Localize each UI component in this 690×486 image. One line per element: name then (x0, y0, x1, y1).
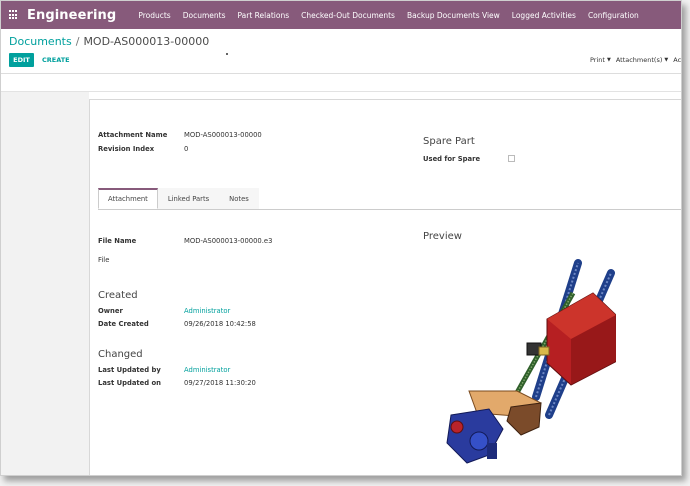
control-panel: Documents / MOD-AS000013-00000 EDIT CREATE… (1, 29, 681, 74)
caret-down-icon: ▼ (606, 57, 611, 63)
form-background-left (1, 92, 89, 475)
top-navbar: Engineering Products Documents Part Rela… (1, 1, 681, 29)
last-updated-on-value: 09/27/2018 11:30:20 (184, 379, 256, 387)
last-updated-by-label: Last Updated by (98, 366, 161, 374)
last-updated-by-link[interactable]: Administrator (184, 366, 230, 374)
menu-item-products[interactable]: Products (138, 11, 170, 20)
file-label: File (98, 256, 110, 264)
print-dropdown[interactable]: Print (590, 56, 605, 64)
caret-down-icon: ▼ (664, 57, 669, 63)
file-name-label: File Name (98, 237, 137, 245)
owner-link[interactable]: Administrator (184, 307, 230, 315)
revision-index-value: 0 (184, 145, 189, 153)
used-for-spare-checkbox[interactable] (508, 155, 515, 162)
notebook-tabs: Attachment Linked Parts Notes (98, 188, 259, 209)
stray-dot (226, 53, 228, 55)
owner-label: Owner (98, 307, 123, 315)
preview-image (446, 259, 616, 464)
breadcrumb-separator: / (75, 35, 80, 48)
used-for-spare-label: Used for Spare (423, 155, 481, 163)
tab-linked-parts[interactable]: Linked Parts (157, 188, 220, 209)
attachments-dropdown[interactable]: Attachment(s) (616, 56, 663, 64)
tab-attachment[interactable]: Attachment (98, 188, 158, 209)
menu-item-backup-documents-view[interactable]: Backup Documents View (407, 11, 500, 20)
attachment-name-value: MOD-AS000013-00000 (184, 131, 262, 139)
main-menu: Products Documents Part Relations Checke… (138, 11, 650, 20)
breadcrumb: Documents / MOD-AS000013-00000 (9, 35, 209, 48)
spare-part-title: Spare Part (423, 136, 475, 147)
status-band (1, 74, 681, 92)
motor-block (546, 292, 616, 386)
date-created-value: 09/26/2018 10:42:58 (184, 320, 256, 328)
attachment-name-label: Attachment Name (98, 131, 168, 139)
sidebar-actions: Print ▼ Attachment(s) ▼ Ac (590, 53, 681, 67)
base-motor (446, 408, 504, 464)
edit-button[interactable]: EDIT (9, 53, 34, 67)
app-window: Engineering Products Documents Part Rela… (0, 0, 682, 476)
breadcrumb-documents-link[interactable]: Documents (9, 35, 72, 48)
tab-underline (98, 209, 681, 210)
created-title: Created (98, 290, 138, 301)
changed-title: Changed (98, 349, 143, 360)
apps-grid-icon[interactable] (9, 10, 19, 20)
menu-item-configuration[interactable]: Configuration (588, 11, 639, 20)
action-dropdown[interactable]: Ac (673, 56, 681, 64)
create-button[interactable]: CREATE (42, 53, 70, 67)
tab-notes[interactable]: Notes (219, 188, 259, 209)
menu-item-checked-out-documents[interactable]: Checked-Out Documents (301, 11, 395, 20)
date-created-label: Date Created (98, 320, 149, 328)
preview-title: Preview (423, 231, 462, 242)
breadcrumb-current: MOD-AS000013-00000 (83, 35, 210, 48)
menu-item-part-relations[interactable]: Part Relations (237, 11, 289, 20)
app-brand[interactable]: Engineering (27, 8, 116, 23)
last-updated-on-label: Last Updated on (98, 379, 162, 387)
menu-item-logged-activities[interactable]: Logged Activities (512, 11, 576, 20)
menu-item-documents[interactable]: Documents (183, 11, 226, 20)
revision-index-label: Revision Index (98, 145, 155, 153)
file-name-value: MOD-AS000013-00000.e3 (184, 237, 273, 245)
